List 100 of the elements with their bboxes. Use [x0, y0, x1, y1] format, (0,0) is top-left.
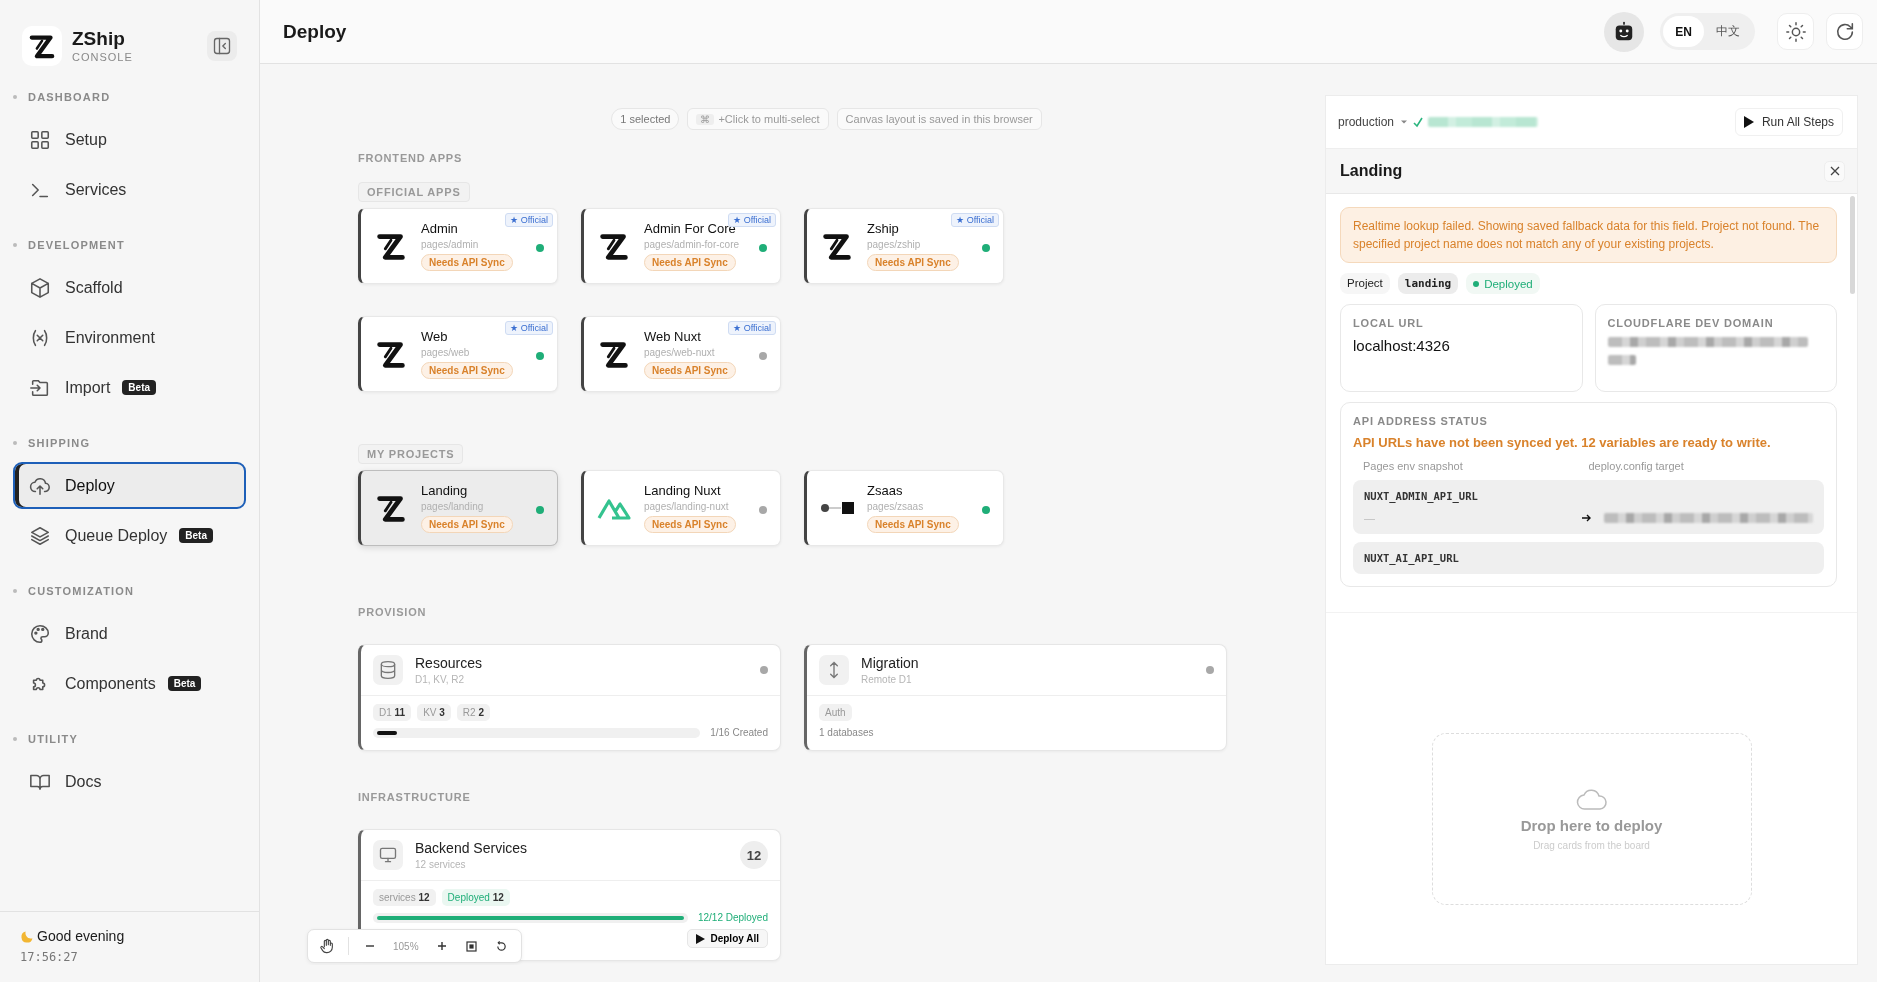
caret-icon [1400, 119, 1409, 125]
card-subtitle: D1, KV, R2 [415, 674, 466, 685]
nav-item[interactable]: Services [13, 166, 246, 213]
nav-item[interactable]: Setup [13, 116, 246, 163]
variable-name: NUXT_ADMIN_API_URL [1364, 490, 1479, 502]
official-tag: ★ Official [505, 213, 553, 227]
app-name: Zship [867, 221, 899, 236]
app-card[interactable]: Web pages/web Needs API Sync ★ Official [358, 316, 558, 392]
clock: 17:56:27 [20, 950, 79, 964]
nav-item[interactable]: Environment [13, 314, 246, 361]
plus-icon [436, 941, 447, 951]
app-card[interactable]: Landing pages/landing Needs API Sync [358, 470, 558, 546]
sync-status-tag: Needs API Sync [644, 362, 736, 379]
column-header: Pages env snapshot [1363, 460, 1464, 472]
detail-title: Landing [1340, 162, 1404, 180]
app-card[interactable]: Landing Nuxt pages/landing-nuxt Needs API Sync [581, 470, 781, 546]
app-path: pages/zship [867, 239, 921, 250]
brand-subtitle: CONSOLE [72, 51, 134, 63]
count-chip: services 12 [373, 889, 436, 906]
count-chip: Deployed 12 [441, 889, 510, 906]
app-name: Zsaas [867, 483, 903, 498]
official-tag: ★ Official [728, 213, 776, 227]
database-count: 1 databases [819, 727, 875, 738]
zoom-level: 105% [392, 940, 420, 952]
arrow-icon [1581, 514, 1592, 522]
resource-card[interactable]: Resources D1, KV, R2 D1 11 KV 3 R2 2 1/16 Created [358, 644, 781, 751]
sync-message: API URLs have not been synced yet. 12 variables are ready to write. [1353, 435, 1772, 450]
language-option[interactable]: 中文 [1704, 16, 1752, 47]
app-path: pages/landing [421, 501, 484, 512]
category-title: PROVISION [358, 606, 427, 618]
count-chip: KV 3 [417, 704, 451, 721]
grid-icon [29, 128, 51, 151]
section-title: CUSTOMIZATION [28, 585, 135, 597]
sync-status-tag: Needs API Sync [421, 362, 513, 379]
palette-icon [29, 622, 51, 645]
brand-name: ZShip [72, 29, 126, 49]
run-all-steps-button[interactable]: Run All Steps [1734, 108, 1843, 136]
collapse-sidebar-button[interactable] [207, 31, 237, 61]
nav-item[interactable]: Scaffold [13, 264, 246, 311]
category-title: FRONTEND APPS [358, 152, 463, 164]
app-path: pages/web [421, 347, 470, 358]
card-subtitle: Remote D1 [861, 674, 913, 685]
database-icon [378, 660, 398, 680]
sync-status-tag: Needs API Sync [867, 516, 959, 533]
sync-status-tag: Needs API Sync [421, 516, 513, 533]
beta-badge: Beta [122, 380, 157, 395]
group-tag: OFFICIAL APPS [358, 182, 470, 202]
check-icon [1413, 116, 1424, 128]
official-tag: ★ Official [728, 321, 776, 335]
section-title: DASHBOARD [28, 91, 111, 103]
app-card[interactable]: Admin For Core pages/admin-for-core Needs API Sync ★ Official [581, 208, 781, 284]
fit-icon [466, 940, 478, 952]
category-title: INFRASTRUCTURE [358, 791, 471, 803]
project-name: landing [1397, 273, 1459, 294]
app-card[interactable]: Zsaas pages/zsaas Needs API Sync [804, 470, 1004, 546]
snapshot-value: — [1364, 512, 1376, 524]
section-title: UTILITY [28, 733, 78, 745]
canvas-hint: ⌘ +Click to multi-select [687, 108, 829, 130]
drop-zone-title: Drop here to deploy [1520, 816, 1663, 834]
warning-message: Realtime lookup failed. Showing saved fallback data for this field. Project not found. The specified project name does not match any of your existing projects. [1340, 207, 1837, 263]
play-icon [1743, 116, 1754, 128]
monitor-icon [378, 845, 398, 865]
scrollbar[interactable] [1850, 196, 1855, 294]
app-path: pages/landing-nuxt [644, 501, 729, 512]
nav-item[interactable]: Deploy [13, 462, 246, 509]
field-label: LOCAL URL [1353, 317, 1425, 329]
app-card[interactable]: Zship pages/zship Needs API Sync ★ Official [804, 208, 1004, 284]
page-title: Deploy [283, 20, 348, 43]
nav-item[interactable]: Brand [13, 610, 246, 657]
beta-badge: Beta [167, 676, 202, 691]
play-icon [696, 933, 706, 944]
close-button[interactable] [1824, 160, 1845, 182]
resource-card[interactable]: Migration Remote D1 Auth 1 databases [804, 644, 1227, 751]
beta-badge: Beta [179, 528, 213, 543]
app-name: Landing Nuxt [644, 483, 721, 498]
app-path: pages/admin [421, 239, 479, 250]
field-label: API ADDRESS STATUS [1353, 415, 1489, 427]
count-chip: D1 11 [373, 704, 412, 721]
nav-item[interactable]: Queue Deploy Beta [13, 512, 246, 559]
app-card[interactable]: Admin pages/admin Needs API Sync ★ Official [358, 208, 558, 284]
redacted-text [1607, 355, 1636, 365]
official-tag: ★ Official [951, 213, 999, 227]
environment-select[interactable]: production [1338, 115, 1409, 129]
count-badge: 12 [740, 841, 768, 869]
refresh-button[interactable] [1826, 13, 1863, 50]
nav-item[interactable]: Import Beta [13, 364, 246, 411]
nav-item[interactable]: Components Beta [13, 660, 246, 707]
theme-toggle-button[interactable] [1777, 13, 1814, 50]
cube-icon [29, 276, 51, 299]
deploy-all-button[interactable]: Deploy All [687, 929, 768, 948]
app-name: Landing [421, 483, 468, 498]
logo-icon [820, 501, 854, 515]
nav-item[interactable]: Docs [13, 758, 246, 805]
progress-text: 12/12 Deployed [697, 912, 768, 923]
app-card[interactable]: Web Nuxt pages/web-nuxt Needs API Sync ★ Official [581, 316, 781, 392]
app-name: Admin [421, 221, 458, 236]
app-path: pages/web-nuxt [644, 347, 715, 358]
card-title: Resources [415, 655, 483, 671]
canvas-hint: 1 selected [611, 108, 680, 130]
language-option[interactable]: EN [1663, 16, 1704, 47]
